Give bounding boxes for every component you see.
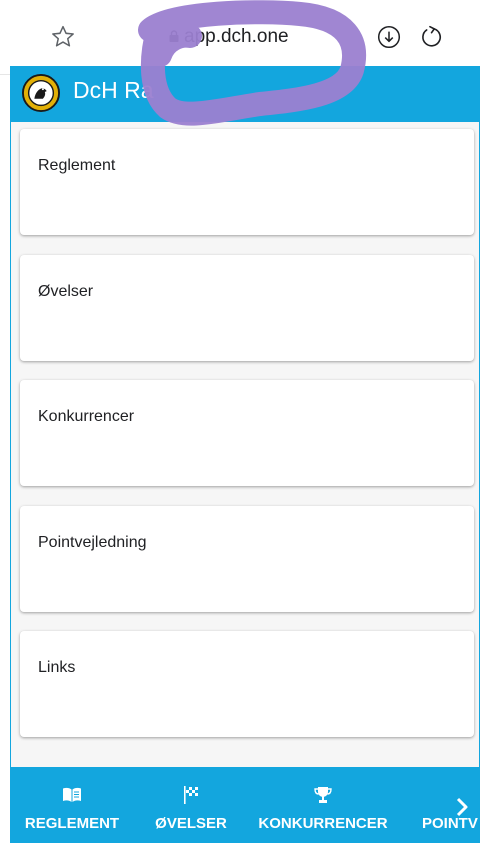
card-pointvejledning[interactable]: Pointvejledning [20,506,474,612]
trophy-icon [314,787,332,803]
lock-icon [169,30,179,42]
nav-tab-label: ØVELSER [155,815,227,832]
card-label: Reglement [38,157,116,174]
url-text[interactable]: app.dch.one [184,26,289,48]
card-konkurrencer[interactable]: Konkurrencer [20,380,474,486]
book-icon [63,787,81,802]
card-ovelser[interactable]: Øvelser [20,255,474,361]
chevron-right-icon[interactable] [454,797,470,817]
nav-tab-konkurrencer[interactable]: KONKURRENCER [248,767,398,843]
nav-tab-label: KONKURRENCER [258,815,388,832]
reload-icon[interactable] [418,24,444,50]
bookmark-star-icon[interactable] [50,24,76,50]
app-header: DcH Ra [10,66,480,122]
bottom-navigation: REGLEMENT ØVELSER KONKURRENCER POINTV [10,767,480,843]
card-label: Øvelser [38,283,94,300]
card-links[interactable]: Links [20,631,474,737]
nav-tab-label: POINTV [422,815,478,832]
nav-tab-label: REGLEMENT [24,815,120,832]
nav-tab-ovelser[interactable]: ØVELSER [134,767,248,843]
nav-tab-reglement[interactable]: REGLEMENT [10,767,134,843]
checkered-flag-icon [184,786,198,804]
card-reglement[interactable]: Reglement [20,129,474,235]
app-title: DcH Ra [73,77,154,103]
card-label: Links [38,659,76,676]
download-icon[interactable] [376,24,402,50]
dch-logo [22,74,60,112]
card-label: Pointvejledning [38,534,147,551]
main-content: Reglement Øvelser Konkurrencer Pointvejl… [10,122,480,767]
card-label: Konkurrencer [38,408,135,425]
browser-url-bar: app.dch.one [0,0,480,75]
